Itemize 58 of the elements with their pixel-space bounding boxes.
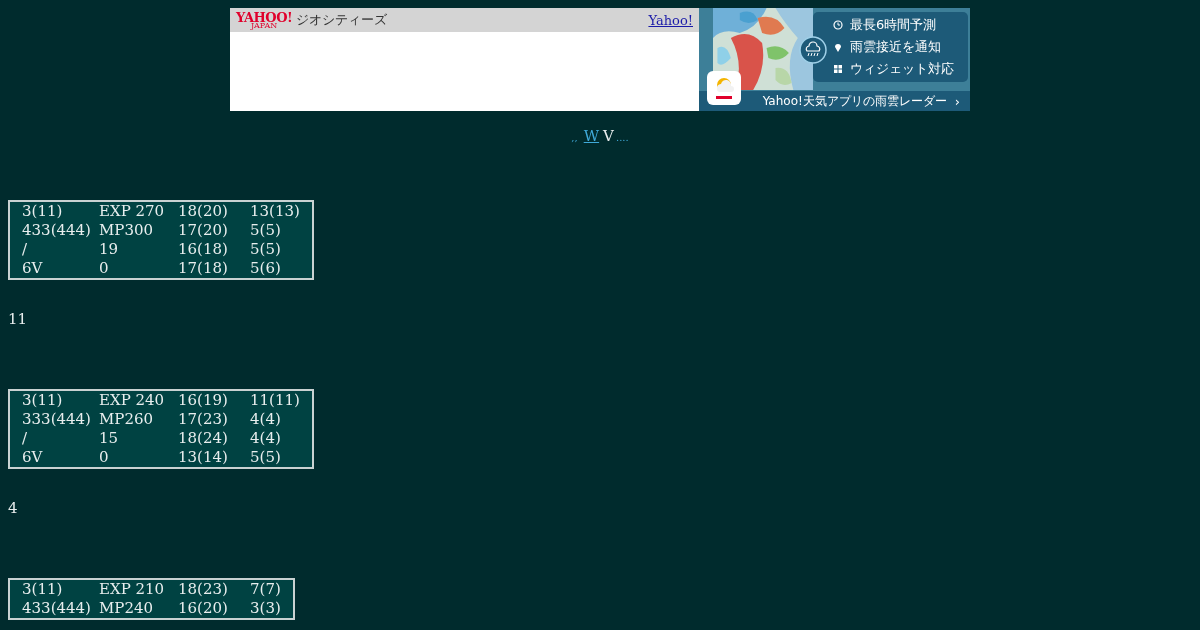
nav-link[interactable]: W <box>583 127 600 145</box>
table-cell: 18(24) <box>178 429 228 447</box>
yahoo-link[interactable]: Yahoo! <box>648 12 693 28</box>
table-cell: / <box>22 429 28 447</box>
table-cell: 16(20) <box>178 599 228 617</box>
table-cell: 3(11) <box>22 202 63 220</box>
table-cell: MP260 <box>99 410 154 428</box>
table-cell: 3(11) <box>22 580 63 598</box>
table-cell: 15 <box>99 429 119 447</box>
table-cell: 433(444) <box>22 599 91 617</box>
app-icon <box>707 71 741 105</box>
table-cell: EXP 240 <box>99 391 165 409</box>
feature-label: 最長6時間予測 <box>850 16 937 34</box>
arrow-label: › <box>954 93 960 109</box>
table-cell: 4(4) <box>250 410 281 428</box>
table-cell: 13(13) <box>250 202 300 220</box>
table-cell: 16(18) <box>178 240 228 258</box>
table-cell: 3(3) <box>250 599 281 617</box>
table-cell: 18(20) <box>178 202 228 220</box>
nav-text: V <box>603 127 614 145</box>
table-cell: 333(444) <box>22 410 91 428</box>
table-cell: 5(6) <box>250 259 281 277</box>
table-cell: 16(19) <box>178 391 228 409</box>
table-cell: 5(5) <box>250 240 281 258</box>
table-cell: 6V <box>22 448 43 466</box>
table-cell: 4(4) <box>250 429 281 447</box>
table-cell: 17(20) <box>178 221 228 239</box>
table-cell: 0 <box>99 259 109 277</box>
note-text: 11 <box>8 310 29 329</box>
table-cell: 6V <box>22 259 43 277</box>
feature-label: ウィジェット対応 <box>850 60 954 78</box>
table-cell: 19 <box>99 240 119 258</box>
table-cell: EXP 210 <box>99 580 165 598</box>
nav-dots: ,, <box>571 132 578 143</box>
table-cell: / <box>22 240 28 258</box>
table-cell: MP300 <box>99 221 154 239</box>
feature-label: 雨雲接近を通知 <box>850 38 941 56</box>
table-cell: 3(11) <box>22 391 63 409</box>
table-cell: 13(14) <box>178 448 228 466</box>
table-cell: 5(5) <box>250 221 281 239</box>
pin-icon <box>833 42 843 52</box>
table-cell: 7(7) <box>250 580 281 598</box>
table-cell: 11(11) <box>250 391 300 409</box>
app-title: Yahoo!天気アプリの雨雲レーダー <box>762 92 947 110</box>
nav-dots: .... <box>615 132 629 143</box>
clock-icon <box>833 20 843 30</box>
table-cell: 5(5) <box>250 448 281 466</box>
widget-icon <box>833 64 843 74</box>
table-cell: 0 <box>99 448 109 466</box>
table-cell: 433(444) <box>22 221 91 239</box>
service-name: ジオシティーズ <box>296 11 388 29</box>
table-cell: 17(23) <box>178 410 228 428</box>
table-cell: 18(23) <box>178 580 228 598</box>
table-cell: MP240 <box>99 599 154 617</box>
app-bar[interactable]: Yahoo!天気アプリの雨雲レーダー › <box>699 91 970 111</box>
note-text: 4 <box>8 499 19 518</box>
table-cell: EXP 270 <box>99 202 165 220</box>
table-cell: 17(18) <box>178 259 228 277</box>
